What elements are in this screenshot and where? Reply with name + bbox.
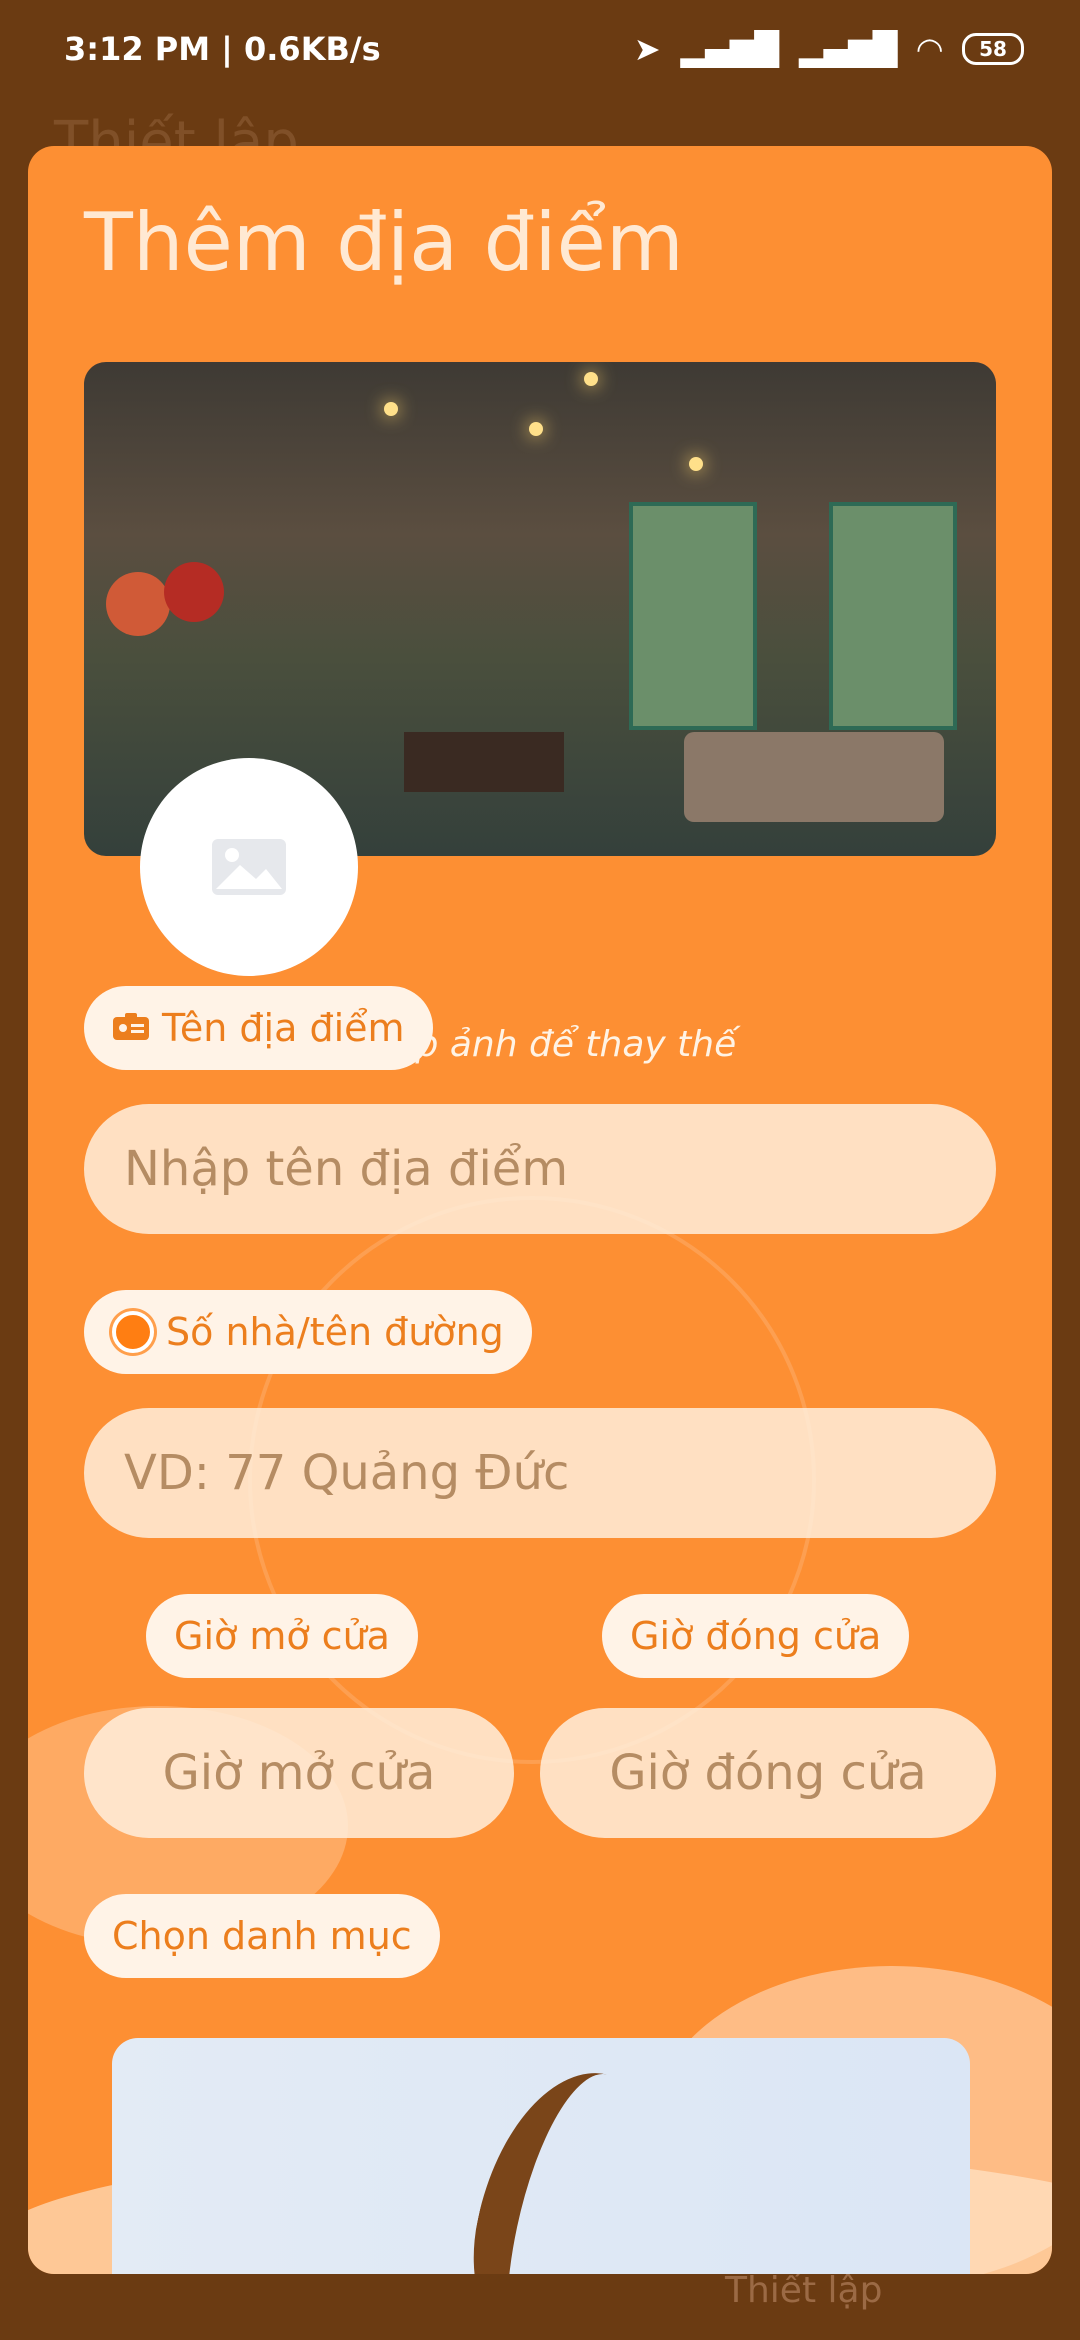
cover-lamp bbox=[529, 422, 543, 436]
open-time-label: Giờ mở cửa bbox=[146, 1594, 418, 1678]
wifi-icon: ◠ bbox=[917, 30, 942, 68]
location-icon: ➤ bbox=[633, 30, 661, 68]
cover-table bbox=[404, 732, 564, 792]
signal-icon: ▂▄▆█ bbox=[680, 30, 779, 68]
address-label-text: Số nhà/tên đường bbox=[166, 1310, 504, 1354]
name-label-text: Tên địa điểm bbox=[162, 1006, 405, 1050]
background-tab-settings[interactable]: Thiết lập bbox=[725, 2270, 882, 2311]
signal-icon-2: ▂▄▆█ bbox=[798, 30, 898, 68]
status-icons: ➤ ▂▄▆█ ▂▄▆█ ◠ 58 bbox=[634, 30, 1024, 68]
open-time-input[interactable]: Giờ mở cửa bbox=[84, 1708, 514, 1838]
id-card-icon bbox=[112, 1006, 150, 1050]
add-place-modal: Thêm địa điểm Nhấp ảnh để thay thế Tên đ… bbox=[28, 146, 1052, 2274]
address-input[interactable]: VD: 77 Quảng Đức bbox=[84, 1408, 996, 1538]
cover-record bbox=[164, 562, 224, 622]
cover-window bbox=[829, 502, 957, 730]
category-label[interactable]: Chọn danh mục bbox=[84, 1894, 440, 1978]
cover-window bbox=[629, 502, 757, 730]
address-label: Số nhà/tên đường bbox=[84, 1290, 532, 1374]
status-time: 3:12 PM | 0.6KB/s bbox=[64, 30, 381, 68]
cover-lamp bbox=[384, 402, 398, 416]
image-picker-button[interactable] bbox=[140, 758, 358, 976]
cover-lamp bbox=[584, 372, 598, 386]
category-preview-card[interactable] bbox=[112, 2038, 970, 2274]
road-illustration bbox=[454, 2054, 670, 2274]
cover-lamp bbox=[689, 457, 703, 471]
status-bar: 3:12 PM | 0.6KB/s ➤ ▂▄▆█ ▂▄▆█ ◠ 58 bbox=[0, 0, 1080, 100]
battery-icon: 58 bbox=[962, 33, 1024, 65]
name-input[interactable]: Nhập tên địa điểm bbox=[84, 1104, 996, 1234]
image-icon bbox=[212, 839, 286, 895]
cover-sofa bbox=[684, 732, 944, 822]
radio-dot-icon bbox=[112, 1311, 154, 1353]
modal-title: Thêm địa điểm bbox=[84, 196, 684, 289]
close-time-input[interactable]: Giờ đóng cửa bbox=[540, 1708, 996, 1838]
cover-record bbox=[106, 572, 170, 636]
name-label: Tên địa điểm bbox=[84, 986, 433, 1070]
close-time-label: Giờ đóng cửa bbox=[602, 1594, 910, 1678]
